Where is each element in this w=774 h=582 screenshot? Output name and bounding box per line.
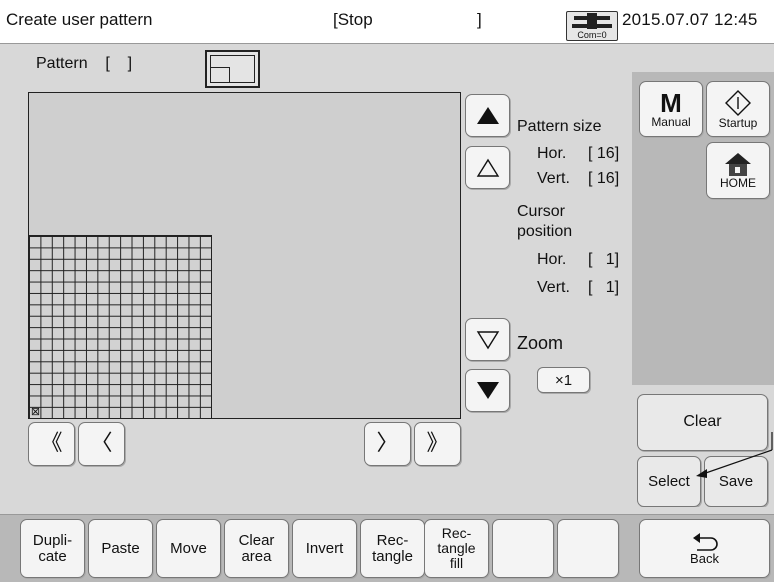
pattern-hor-value: [ 16] <box>588 145 620 162</box>
pattern-vert-label: Vert. <box>537 170 570 187</box>
rectangle-button[interactable]: Rec- tangle <box>360 519 425 578</box>
scroll-up-button[interactable] <box>465 146 510 189</box>
title-bar: Create user pattern [Stop ] Com=0 2015.0… <box>0 0 774 44</box>
cursor-position-label-2: position <box>517 223 573 240</box>
cursor-marker: ⊠ <box>30 406 41 418</box>
startup-label: Startup <box>718 115 758 130</box>
home-icon <box>725 153 751 177</box>
scroll-down-button[interactable] <box>465 318 510 361</box>
cursor-hor-value: [ 1] <box>588 251 620 268</box>
clear-area-button[interactable]: Clear area <box>224 519 289 578</box>
back-label: Back <box>690 550 719 566</box>
cursor-vert-value: [ 1] <box>588 279 620 296</box>
back-arrow-icon <box>692 532 718 551</box>
home-button[interactable]: HOME <box>706 142 770 199</box>
scroll-down-fast-button[interactable] <box>465 369 510 412</box>
empty-button-2[interactable] <box>557 519 619 578</box>
startup-diamond-icon <box>725 89 751 116</box>
triangle-down-outline-icon <box>476 330 499 349</box>
scroll-right-button[interactable]: 〉 <box>364 422 411 466</box>
move-button[interactable]: Move <box>156 519 221 578</box>
machine-status-close: ] <box>477 10 482 29</box>
manual-button[interactable]: M Manual <box>639 81 703 137</box>
manual-label: Manual <box>651 114 691 129</box>
pattern-label: Pattern [ ] <box>36 55 133 72</box>
pattern-hor-label: Hor. <box>537 145 567 162</box>
screen-title: Create user pattern <box>6 10 153 29</box>
scroll-left-fast-button[interactable]: 《 <box>28 422 75 466</box>
pointer-arrow-icon <box>696 432 773 478</box>
triangle-down-filled-icon <box>476 382 499 399</box>
pattern-canvas[interactable]: ⊠ <box>28 92 461 419</box>
cursor-position-label-1: Cursor <box>517 203 566 220</box>
scroll-left-button[interactable]: 〈 <box>78 422 125 466</box>
pattern-size-label: Pattern size <box>517 118 602 135</box>
machine-status: [Stop <box>333 10 373 29</box>
zoom-label: Zoom <box>517 333 564 353</box>
triangle-up-filled-icon <box>476 107 499 124</box>
separator <box>0 507 774 514</box>
com-status-label: Com=0 <box>577 30 607 40</box>
rectangle-fill-button[interactable]: Rec- tangle fill <box>424 519 489 578</box>
datetime: 2015.07.07 12:45 <box>622 10 758 29</box>
zoom-value-button[interactable]: ×1 <box>537 367 590 393</box>
startup-button[interactable]: Startup <box>706 81 770 137</box>
scroll-right-fast-button[interactable]: 》 <box>414 422 461 466</box>
cursor-vert-label: Vert. <box>537 279 570 296</box>
triangle-up-outline-icon <box>476 158 499 177</box>
scroll-up-fast-button[interactable] <box>465 94 510 137</box>
home-label: HOME <box>720 176 756 191</box>
communication-plug-icon: Com=0 <box>566 11 618 41</box>
invert-button[interactable]: Invert <box>292 519 357 578</box>
pattern-vert-value: [ 16] <box>588 170 620 187</box>
pattern-grid[interactable] <box>29 235 212 418</box>
pattern-frame-icon[interactable] <box>205 50 260 88</box>
cursor-hor-label: Hor. <box>537 251 567 268</box>
paste-button[interactable]: Paste <box>88 519 153 578</box>
duplicate-button[interactable]: Dupli- cate <box>20 519 85 578</box>
empty-button-1[interactable] <box>492 519 554 578</box>
manual-icon: M <box>660 87 682 118</box>
back-button[interactable]: Back <box>639 519 770 578</box>
